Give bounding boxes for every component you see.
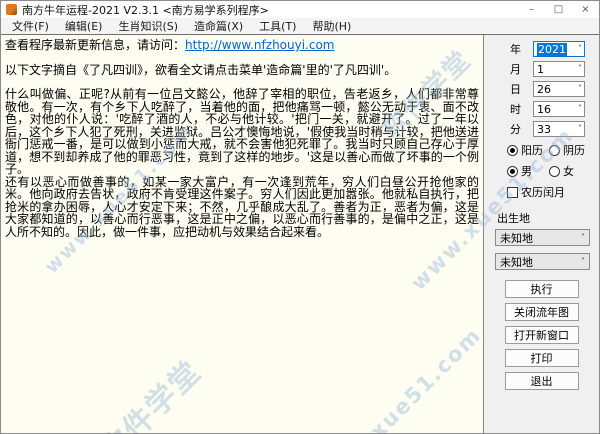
chevron-down-icon[interactable]: ˅	[578, 125, 582, 133]
calendar-type-group: 阳历 阴历	[507, 142, 599, 158]
radio-solar-label: 阳历	[521, 142, 543, 158]
chevron-down-icon[interactable]: ˅	[578, 85, 582, 93]
radio-unchecked-icon	[549, 145, 560, 156]
gender-group: 男 女	[507, 163, 599, 179]
button-stack: 执行 关闭流年图 打开新窗口 打印 退出	[484, 280, 599, 390]
chevron-down-icon[interactable]: ˅	[578, 105, 582, 113]
maximize-icon[interactable]: □	[545, 1, 572, 18]
day-row: 日 26 ˅	[510, 81, 599, 97]
radio-unchecked-icon	[549, 166, 560, 177]
day-select[interactable]: 26 ˅	[533, 81, 585, 97]
radio-checked-icon	[507, 166, 518, 177]
menu-edit[interactable]: 编辑(E)	[57, 18, 111, 34]
radio-solar[interactable]: 阳历	[507, 142, 549, 158]
update-notice-text: 查看程序最新更新信息，请访问：	[5, 38, 185, 52]
chevron-down-icon[interactable]: ˅	[581, 258, 585, 266]
close-icon[interactable]: ×	[572, 1, 599, 18]
intro-line: 以下文字摘自《了凡四训》，欲看全文请点击菜单'造命篇'里的'了凡四训'。	[5, 64, 479, 77]
birthplace-value-1: 未知地	[500, 230, 533, 246]
minimize-icon[interactable]: –	[518, 1, 545, 18]
month-row: 月 1 ˅	[510, 61, 599, 77]
leap-month-label: 农历闰月	[521, 184, 565, 200]
minute-value: 33	[537, 123, 551, 136]
open-new-window-button[interactable]: 打开新窗口	[505, 326, 579, 344]
menu-tools[interactable]: 工具(T)	[251, 18, 304, 34]
month-label: 月	[510, 61, 524, 77]
menu-zodiac-knowledge[interactable]: 生肖知识(S)	[110, 18, 186, 34]
exit-button[interactable]: 退出	[505, 372, 579, 390]
control-panel: 年 2021 ˅ 月 1 ˅ 日 26 ˅	[484, 35, 599, 433]
day-value: 26	[537, 83, 551, 96]
menu-help[interactable]: 帮助(H)	[304, 18, 359, 34]
birthplace-select-1[interactable]: 未知地 ˅	[495, 229, 590, 246]
radio-male-label: 男	[521, 163, 532, 179]
minute-row: 分 33 ˅	[510, 121, 599, 137]
radio-female-label: 女	[563, 163, 574, 179]
radio-female[interactable]: 女	[549, 163, 591, 179]
menu-bar: 文件(F) 编辑(E) 生肖知识(S) 造命篇(X) 工具(T) 帮助(H)	[1, 18, 599, 35]
birthplace-value-2: 未知地	[500, 254, 533, 270]
document-text-area[interactable]: 查看程序最新更新信息，请访问：http://www.nfzhouyi.com 以…	[1, 35, 484, 433]
hour-row: 时 16 ˅	[510, 101, 599, 117]
hour-select[interactable]: 16 ˅	[533, 101, 585, 117]
close-annual-chart-button[interactable]: 关闭流年图	[505, 303, 579, 321]
main-content: 查看程序最新更新信息，请访问：http://www.nfzhouyi.com 以…	[1, 35, 599, 433]
menu-file[interactable]: 文件(F)	[4, 18, 57, 34]
execute-button[interactable]: 执行	[505, 280, 579, 298]
chevron-down-icon[interactable]: ˅	[581, 234, 585, 242]
year-value: 2021	[537, 43, 567, 56]
hour-value: 16	[537, 103, 551, 116]
radio-lunar[interactable]: 阴历	[549, 142, 591, 158]
radio-male[interactable]: 男	[507, 163, 549, 179]
paragraph-1: 什么叫做偏、正呢?从前有一位吕文懿公，他辞了宰相的职位，告老返乡，人们都非常尊敬…	[5, 88, 479, 176]
year-row: 年 2021 ˅	[510, 41, 599, 57]
birthplace-select-2[interactable]: 未知地 ˅	[495, 253, 590, 270]
hour-label: 时	[510, 101, 524, 117]
radio-lunar-label: 阴历	[563, 142, 585, 158]
minute-label: 分	[510, 121, 524, 137]
year-select[interactable]: 2021 ˅	[533, 41, 585, 57]
title-bar: 南方牛年运程-2021 V2.3.1 <南方易学系列程序> – □ ×	[1, 1, 599, 18]
print-button[interactable]: 打印	[505, 349, 579, 367]
paragraph-2: 还有以恶心而做善事的，如某一家大富户，有一次逢到荒年，穷人们白昼公开抢他家的米。…	[5, 176, 479, 239]
window-title: 南方牛年运程-2021 V2.3.1 <南方易学系列程序>	[22, 2, 518, 18]
month-value: 1	[537, 63, 544, 76]
menu-fate-making[interactable]: 造命篇(X)	[186, 18, 251, 34]
update-link[interactable]: http://www.nfzhouyi.com	[185, 38, 334, 52]
radio-checked-icon	[507, 145, 518, 156]
birthplace-label: 出生地	[497, 210, 599, 226]
day-label: 日	[510, 81, 524, 97]
update-notice: 查看程序最新更新信息，请访问：http://www.nfzhouyi.com	[5, 39, 479, 52]
chevron-down-icon[interactable]: ˅	[578, 45, 582, 53]
leap-month-option[interactable]: 农历闰月	[507, 184, 599, 200]
chevron-down-icon[interactable]: ˅	[578, 65, 582, 73]
month-select[interactable]: 1 ˅	[533, 61, 585, 77]
checkbox-unchecked-icon	[507, 187, 518, 198]
minute-select[interactable]: 33 ˅	[533, 121, 585, 137]
app-icon	[6, 4, 17, 15]
window-controls: – □ ×	[518, 1, 599, 18]
year-label: 年	[510, 41, 524, 57]
app-window: 南方牛年运程-2021 V2.3.1 <南方易学系列程序> – □ × 文件(F…	[0, 0, 600, 434]
